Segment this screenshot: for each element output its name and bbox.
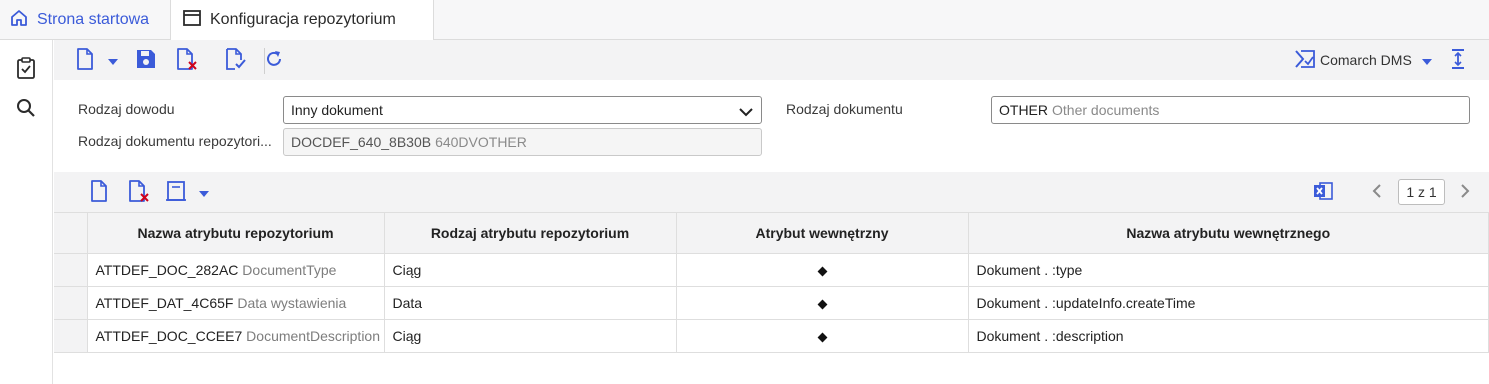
dms-label: Comarch DMS <box>1320 52 1412 68</box>
row-selector-header[interactable] <box>54 212 88 254</box>
next-page-button[interactable] <box>1460 181 1470 203</box>
save-button[interactable] <box>136 49 156 71</box>
cell-internal-attr[interactable] <box>676 319 969 353</box>
attr-desc: DocumentDescription <box>246 328 381 344</box>
row-selector[interactable] <box>54 319 88 353</box>
caret-down-icon <box>199 184 209 200</box>
grid-delete-button[interactable] <box>128 179 150 205</box>
cell-repo-attr-type[interactable]: Ciąg <box>384 253 677 287</box>
column-header-repo-attr-name[interactable]: Nazwa atrybutu repozytorium <box>87 212 385 254</box>
export-excel-button[interactable] <box>1313 181 1333 203</box>
refresh-button[interactable] <box>264 49 284 71</box>
cell-internal-attr[interactable] <box>676 286 969 320</box>
tab-bar: Strona startowa Konfiguracja repozytoriu… <box>0 0 1489 41</box>
cell-repo-attr-type[interactable]: Data <box>384 286 677 320</box>
attr-code: ATTDEF_DOC_282AC <box>95 262 239 278</box>
excel-icon <box>1313 181 1333 204</box>
table-row[interactable]: ATTDEF_DAT_4C65F Data wystawienia Data D… <box>54 286 1489 320</box>
main-toolbar: Comarch DMS <box>54 40 1489 80</box>
collapse-header-button[interactable] <box>1450 48 1466 72</box>
expand-vertical-icon <box>1450 48 1466 72</box>
header-form: Rodzaj dowodu Inny dokument Rodzaj dokum… <box>54 80 1489 172</box>
clipboard-check-icon[interactable] <box>15 57 37 79</box>
search-icon[interactable] <box>15 97 37 119</box>
delete-document-icon <box>176 47 198 73</box>
table-row[interactable]: ATTDEF_DOC_CCEE7 DocumentDescription Cią… <box>54 319 1489 353</box>
delete-document-button[interactable] <box>176 47 198 73</box>
left-rail <box>0 40 53 384</box>
save-icon <box>136 49 156 72</box>
new-document-icon <box>90 179 108 205</box>
attr-code: ATTDEF_DAT_4C65F <box>95 295 234 311</box>
tab-repository-config-label: Konfiguracja repozytorium <box>210 11 396 28</box>
repo-doc-type-desc: 640DVOTHER <box>435 134 527 150</box>
column-header-internal-attr-name[interactable]: Nazwa atrybutu wewnętrznego <box>968 212 1489 254</box>
repo-doc-type-code: DOCDEF_640_8B30B <box>291 134 432 150</box>
diamond-icon <box>817 299 827 310</box>
cell-repo-attr-name[interactable]: ATTDEF_DOC_CCEE7 DocumentDescription <box>87 319 385 353</box>
evidence-type-value: Inny dokument <box>291 102 383 118</box>
previous-page-button[interactable] <box>1372 181 1382 203</box>
grid-add-button[interactable] <box>90 179 108 205</box>
attr-desc: Data wystawienia <box>237 295 347 311</box>
document-type-desc: Other documents <box>1052 102 1160 118</box>
validate-document-button[interactable] <box>225 47 247 73</box>
row-selector[interactable] <box>54 286 88 320</box>
evidence-type-label: Rodzaj dowodu <box>78 101 175 117</box>
window-icon <box>183 9 210 31</box>
refresh-icon <box>264 49 284 72</box>
dms-icon <box>1294 49 1316 72</box>
table-row[interactable]: ATTDEF_DOC_282AC DocumentType Ciąg Dokum… <box>54 253 1489 287</box>
column-header-internal-attr[interactable]: Atrybut wewnętrzny <box>676 212 969 254</box>
table-header-row: Nazwa atrybutu repozytorium Rodzaj atryb… <box>54 212 1489 254</box>
caret-down-icon <box>1421 52 1432 68</box>
document-check-icon <box>225 47 247 73</box>
cell-repo-attr-name[interactable]: ATTDEF_DAT_4C65F Data wystawienia <box>87 286 385 320</box>
evidence-type-select[interactable]: Inny dokument <box>283 96 762 124</box>
empty-area <box>54 353 1489 384</box>
chevron-down-icon <box>739 104 753 120</box>
tab-repository-config[interactable]: Konfiguracja repozytorium <box>170 0 434 41</box>
delete-document-icon <box>128 179 150 205</box>
cell-repo-attr-type[interactable]: Ciąg <box>384 319 677 353</box>
attr-desc: DocumentType <box>242 262 337 278</box>
tab-home[interactable]: Strona startowa <box>0 0 170 40</box>
caret-down-icon <box>108 52 118 68</box>
chevron-right-icon <box>1460 183 1470 201</box>
column-header-repo-attr-type[interactable]: Rodzaj atrybutu repozytorium <box>384 212 677 254</box>
grid-more-button[interactable] <box>165 180 209 205</box>
tab-home-label: Strona startowa <box>37 11 150 28</box>
repo-doc-type-label: Rodzaj dokumentu repozytori... <box>78 133 272 149</box>
document-type-field[interactable]: OTHER Other documents <box>991 96 1470 124</box>
chevron-left-icon <box>1372 183 1382 201</box>
document-type-code: OTHER <box>999 102 1048 118</box>
cell-internal-attr-name[interactable]: Dokument . :description <box>968 319 1489 353</box>
grid-toolbar: 1 z 1 <box>54 172 1489 212</box>
cell-internal-attr-name[interactable]: Dokument . :type <box>968 253 1489 287</box>
cell-internal-attr-name[interactable]: Dokument . :updateInfo.createTime <box>968 286 1489 320</box>
diamond-icon <box>817 332 827 343</box>
new-document-icon <box>76 47 94 73</box>
attr-code: ATTDEF_DOC_CCEE7 <box>95 328 243 344</box>
home-icon <box>10 9 37 32</box>
cell-repo-attr-name[interactable]: ATTDEF_DOC_282AC DocumentType <box>87 253 385 287</box>
repo-doc-type-field: DOCDEF_640_8B30B 640DVOTHER <box>283 128 762 156</box>
document-type-label: Rodzaj dokumentu <box>786 101 903 117</box>
new-dropdown-button[interactable] <box>108 49 118 71</box>
diamond-icon <box>817 266 827 277</box>
page-indicator: 1 z 1 <box>1398 179 1445 205</box>
attributes-table: Nazwa atrybutu repozytorium Rodzaj atryb… <box>54 212 1489 353</box>
document-list-icon <box>165 180 187 205</box>
row-selector[interactable] <box>54 253 88 287</box>
new-document-button[interactable] <box>76 47 94 73</box>
comarch-dms-button[interactable]: Comarch DMS <box>1294 49 1432 71</box>
cell-internal-attr[interactable] <box>676 253 969 287</box>
